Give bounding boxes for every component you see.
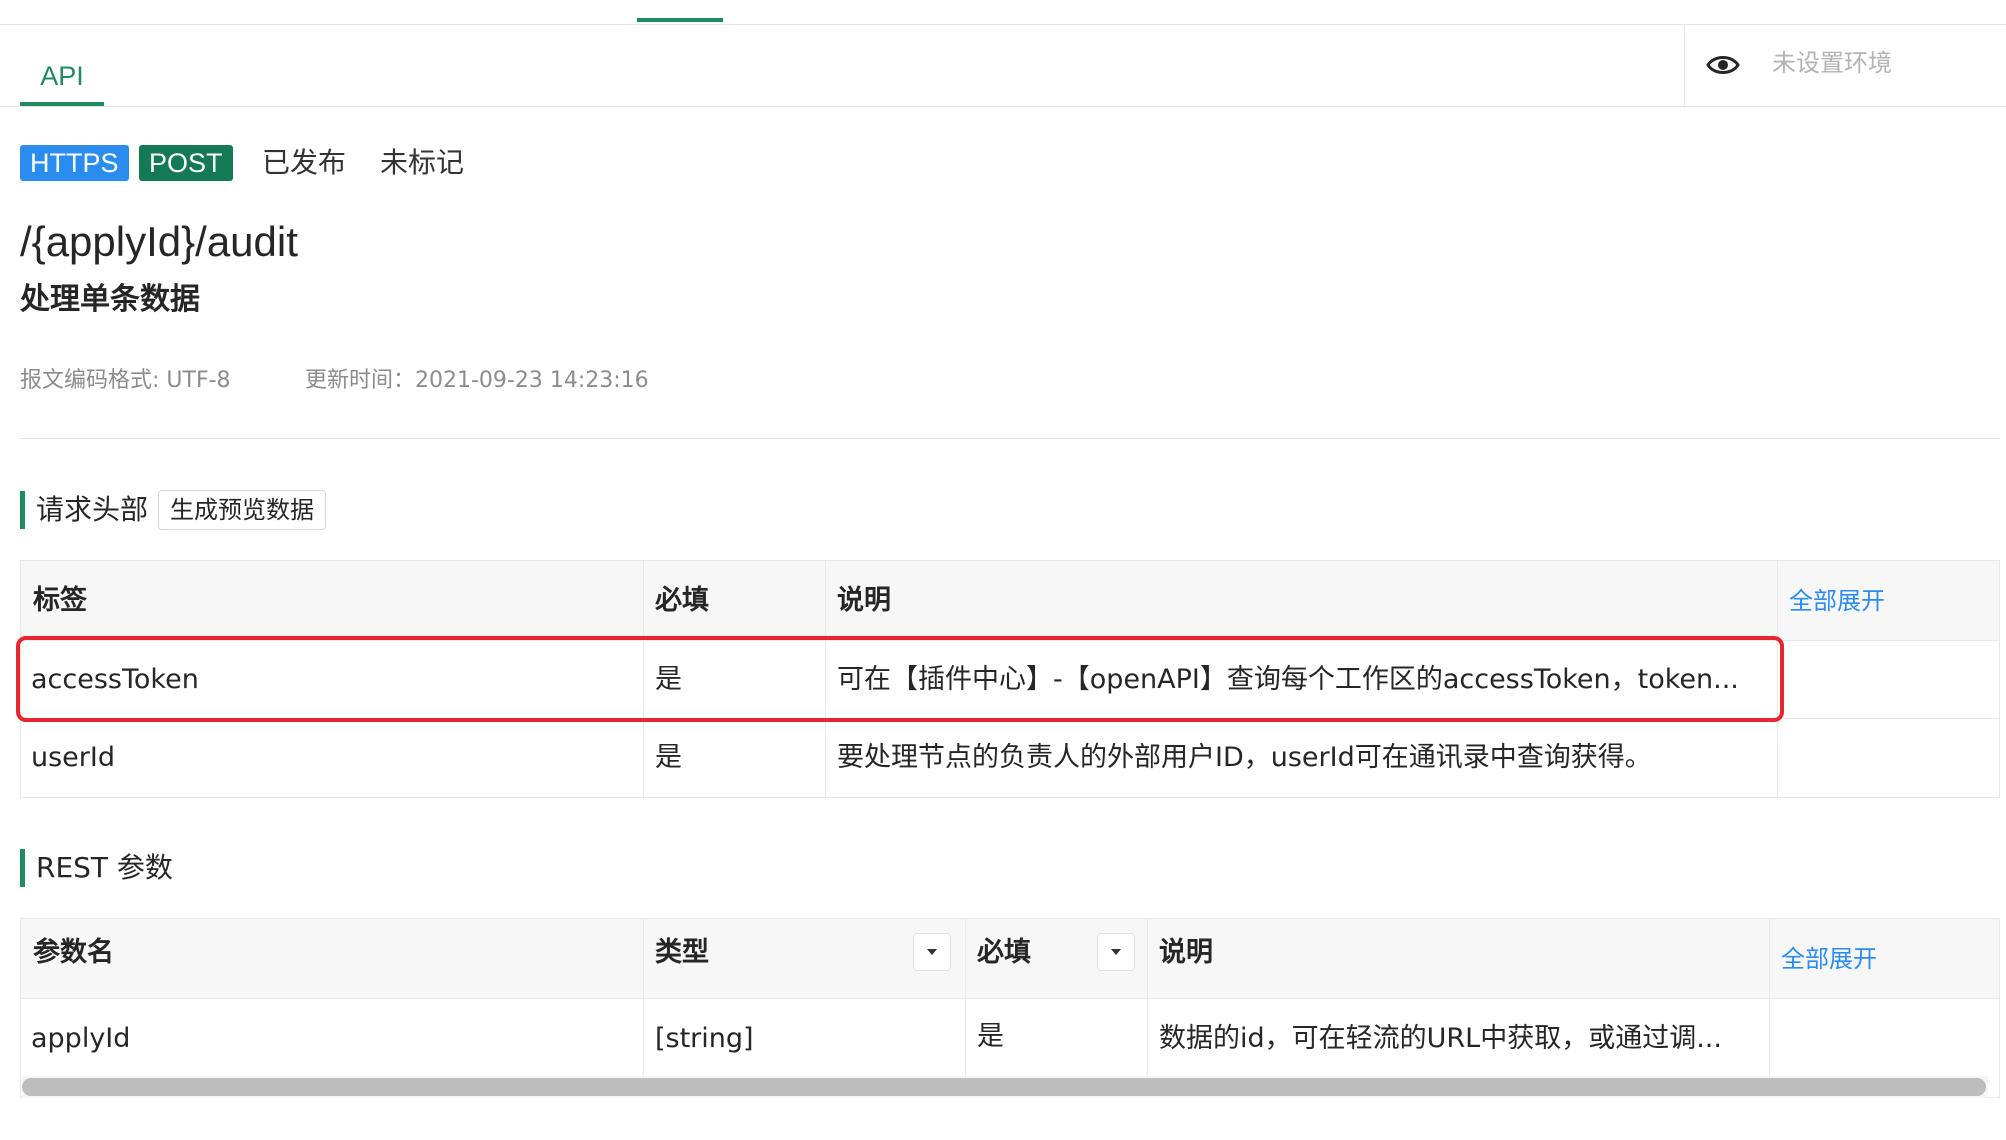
endpoint-path: /{applyId}/audit — [20, 218, 298, 265]
request-headers-title: 请求头部 — [36, 493, 149, 526]
section-divider — [20, 438, 2000, 439]
expand-all-link[interactable]: 全部展开 — [1781, 941, 1877, 977]
highlight-annotation — [16, 636, 1784, 722]
horizontal-scrollbar-thumb[interactable] — [22, 1078, 1986, 1096]
eye-icon[interactable] — [1706, 52, 1740, 78]
protocol-badge: HTTPS — [20, 145, 129, 181]
rest-params-title: REST 参数 — [36, 851, 173, 884]
param-type-cell: [string] — [655, 1023, 754, 1054]
method-badge: POST — [139, 145, 233, 181]
column-header-required: 必填 — [655, 585, 709, 616]
column-header-name: 参数名 — [33, 937, 114, 968]
publish-status: 已发布 — [262, 146, 347, 179]
rest-params-table: 参数名 类型 必填 说明 全部展开 applyId [string] 是 数据的… — [20, 918, 2000, 1098]
top-tab-indicator — [637, 18, 723, 22]
type-filter-button[interactable] — [913, 933, 951, 971]
header-description-cell: 要处理节点的负责人的外部用户ID，userId可在通讯录中查询获得。 — [837, 742, 1652, 773]
column-header-required: 必填 — [977, 937, 1031, 968]
param-description-cell: 数据的id，可在轻流的URL中获取，或通过调... — [1159, 1023, 1722, 1054]
page-title: 处理单条数据 — [20, 282, 200, 317]
table-header: 参数名 类型 必填 说明 全部展开 — [21, 919, 1999, 999]
updated-time: 更新时间：2021-09-23 14:23:16 — [305, 368, 649, 393]
expand-all-link[interactable]: 全部展开 — [1789, 583, 1885, 619]
column-header-description: 说明 — [1159, 937, 1213, 968]
environment-divider — [1684, 25, 1685, 106]
encoding-info: 报文编码格式: UTF-8 — [20, 368, 231, 393]
section-marker — [20, 491, 25, 529]
column-header-description: 说明 — [837, 585, 891, 616]
column-header-type: 类型 — [655, 937, 709, 968]
table-row[interactable]: userId 是 要处理节点的负责人的外部用户ID，userId可在通讯录中查询… — [21, 719, 1999, 797]
chevron-down-icon — [1111, 949, 1121, 955]
param-required-cell: 是 — [977, 1021, 1004, 1052]
generate-preview-button[interactable]: 生成预览数据 — [158, 490, 326, 530]
header-required-cell: 是 — [655, 742, 682, 773]
required-filter-button[interactable] — [1097, 933, 1135, 971]
param-name-cell: applyId — [31, 1023, 131, 1054]
table-header: 标签 必填 说明 全部展开 — [21, 561, 1999, 641]
tab-api[interactable]: API — [20, 56, 104, 106]
header-label-cell: userId — [31, 742, 115, 773]
column-header-label: 标签 — [33, 585, 87, 616]
section-marker — [20, 849, 25, 887]
mark-status[interactable]: 未标记 — [380, 144, 464, 182]
environment-selector[interactable]: 未设置环境 — [1772, 46, 1892, 80]
table-row[interactable]: applyId [string] 是 数据的id，可在轻流的URL中获取，或通过… — [21, 999, 1999, 1079]
chevron-down-icon — [927, 949, 937, 955]
tabbar-divider — [0, 106, 2006, 107]
top-divider — [0, 24, 2006, 25]
